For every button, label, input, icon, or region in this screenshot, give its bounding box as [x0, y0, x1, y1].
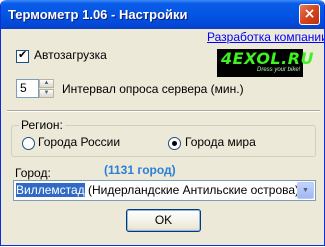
divider: [7, 110, 320, 112]
arrow-down-icon: ▼: [43, 90, 50, 96]
autostart-checkbox[interactable]: ✔: [16, 49, 29, 63]
window-title: Термометр 1.06 - Настройки: [8, 7, 188, 22]
radio-selected-dot: [172, 141, 177, 146]
logo-text: 4EXOL.RU: [221, 49, 315, 68]
settings-window: Термометр 1.06 - Настройки × ✔ Автозагру…: [0, 0, 325, 246]
city-selected-detail: (Нидерландские Антильские острова): [84, 183, 300, 197]
ok-button[interactable]: OK: [126, 209, 201, 232]
dropdown-button[interactable]: ▼: [297, 182, 314, 199]
spin-down-button[interactable]: ▼: [39, 89, 54, 98]
chevron-down-icon: ▼: [302, 187, 309, 194]
radio-world-label[interactable]: Города мира: [185, 135, 256, 149]
arrow-up-icon: ▲: [43, 80, 50, 86]
interval-input[interactable]: 5: [16, 79, 39, 98]
interval-label: Интервал опроса сервера (мин.): [62, 82, 244, 96]
radio-world-cities[interactable]: [168, 137, 181, 150]
close-icon: ×: [303, 6, 316, 22]
city-select[interactable]: Виллемстад (Нидерландские Антильские ост…: [13, 180, 316, 201]
region-legend: Регион:: [19, 118, 65, 132]
company-logo[interactable]: 4EXOL.RU Dress your bike!: [217, 49, 314, 77]
city-label: Город:: [15, 166, 51, 180]
city-select-value: Виллемстад (Нидерландские Антильские ост…: [16, 183, 299, 198]
close-button[interactable]: ×: [299, 4, 320, 25]
interval-spinner: ▲ ▼: [39, 79, 54, 98]
title-bar[interactable]: Термометр 1.06 - Настройки ×: [1, 0, 324, 29]
autostart-label: Автозагрузка: [34, 48, 107, 62]
radio-russia-label[interactable]: Города России: [38, 135, 120, 149]
checkmark-icon: ✔: [18, 49, 28, 61]
city-selected-name: Виллемстад: [16, 183, 85, 197]
logo-tagline: Dress your bike!: [257, 67, 301, 73]
city-count: (1131 город): [104, 163, 176, 177]
spin-up-button[interactable]: ▲: [39, 79, 54, 88]
radio-russia-cities[interactable]: [22, 137, 35, 150]
company-link[interactable]: Разработка компании: [207, 30, 324, 44]
